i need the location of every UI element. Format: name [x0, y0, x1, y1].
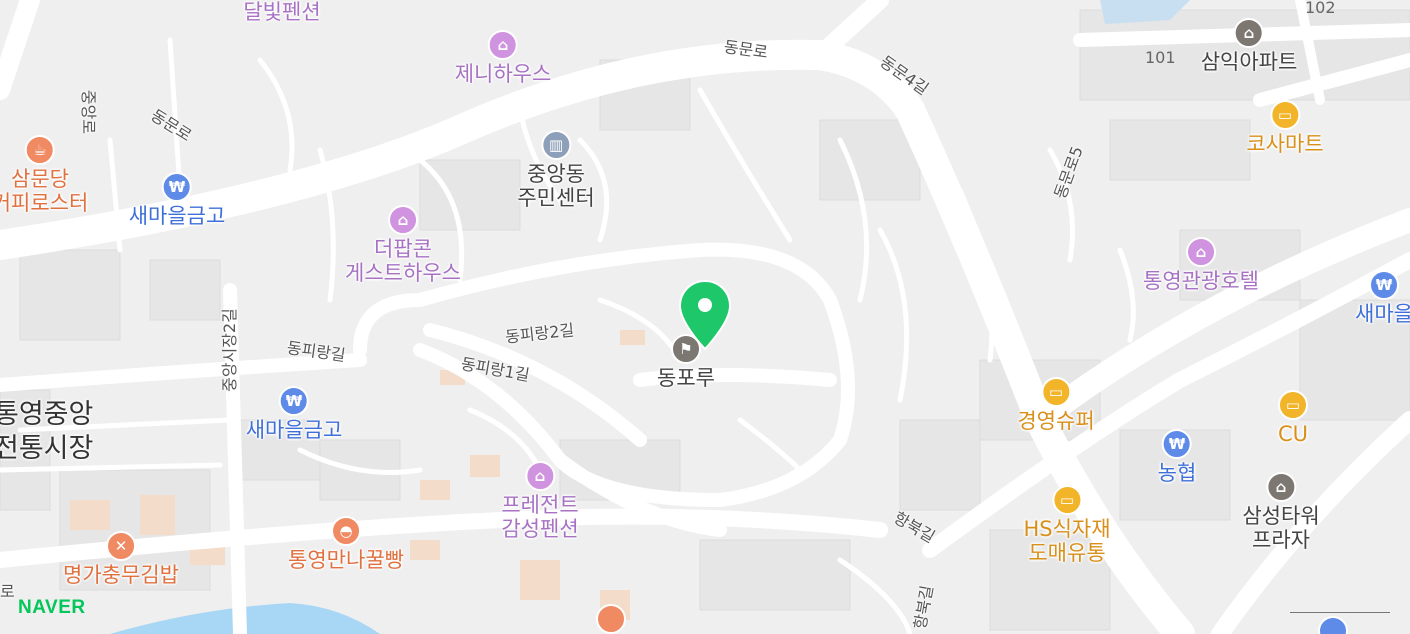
naver-logo: NAVER [18, 597, 86, 618]
road-label: 중앙시장2길 [219, 308, 239, 392]
poi[interactable]: ▭ 경영슈퍼 [1017, 377, 1095, 433]
poi[interactable]: ⌂ 삼익아파트 [1200, 18, 1298, 74]
area-label: 통영중앙 전통시장 [0, 399, 94, 464]
poi-label: 경영슈퍼 [1017, 409, 1095, 433]
building-number: 102 [1305, 0, 1336, 17]
poi-label: 명가충무김밥 [63, 563, 179, 587]
poi-label: 중앙동 주민센터 [517, 162, 595, 210]
poi[interactable]: ☕ 삼문당 커피로스터 [0, 135, 88, 215]
poi-label: 통영만나꿀빵 [288, 548, 404, 572]
poi-label: 새마을금고 [245, 418, 343, 442]
poi[interactable]: ₩ 새마을금고 [128, 172, 226, 228]
road-label: 중앙로 [79, 89, 99, 135]
bank-won-icon: ₩ [161, 172, 192, 202]
poi[interactable]: ⌂ 삼성타워 프라자 [1242, 472, 1320, 552]
poi-label: 삼익아파트 [1200, 50, 1298, 74]
poi-label: 삼성타워 프라자 [1242, 504, 1320, 552]
shopping-basket-icon: ▭ [1052, 485, 1082, 515]
poi-label: 달빛펜션 [243, 0, 321, 24]
poi[interactable]: ⌂ 통영관광호텔 [1143, 237, 1259, 293]
road-label: 로 [0, 582, 15, 601]
poi[interactable]: ▥ 중앙동 주민센터 [517, 130, 595, 210]
poi[interactable]: ₩ 새마을금고 [245, 386, 343, 442]
poi[interactable]: ⌂ 프레전트 감성펜션 [501, 461, 579, 541]
location-pin-icon[interactable] [678, 279, 732, 351]
government-building-icon: ▥ [541, 130, 571, 160]
poi-label: 더팝콘 게스트하우스 [345, 237, 461, 285]
bed-icon: ⌂ [487, 30, 518, 60]
bed-icon: ⌂ [1185, 237, 1216, 267]
poi[interactable]: ▭ HS식자재 도매유통 [1023, 485, 1111, 565]
poi-label: 코사마트 [1246, 132, 1324, 156]
shopping-basket-icon: ▭ [1041, 377, 1071, 407]
bank-won-icon: ₩ [278, 386, 309, 416]
poi-label: HS식자재 도매유통 [1023, 517, 1111, 565]
poi-label: 프레전트 감성펜션 [501, 493, 579, 541]
poi-label: 제니하우스 [454, 62, 552, 86]
poi[interactable]: ⌂달빛펜션 [243, 0, 320, 24]
shopping-basket-icon: ▭ [1270, 100, 1300, 130]
poi[interactable]: ⌂ 제니하우스 [454, 30, 552, 86]
apartment-icon: ⌂ [1266, 472, 1296, 502]
shopping-basket-icon: ▭ [1277, 390, 1308, 420]
bank-won-icon: ₩ [1161, 429, 1192, 459]
poi-label: 동포루 [657, 366, 715, 390]
poi[interactable]: ⌂ 더팝콘 게스트하우스 [345, 205, 461, 285]
bed-icon: ⌂ [387, 205, 418, 235]
map-canvas[interactable]: 동문로 동문로 동문4길 중앙로 동문로5 동피랑2길 동피랑길 동피랑1길 중… [0, 0, 1410, 634]
poi-label: 새마을금고 [128, 204, 226, 228]
apartment-icon: ⌂ [1233, 18, 1264, 48]
poi[interactable]: ₩ 새마을 [1355, 270, 1410, 326]
poi[interactable]: ▭ 코사마트 [1246, 100, 1324, 156]
bread-icon: ◓ [330, 516, 361, 546]
coffee-cup-icon: ☕ [24, 135, 55, 165]
poi-label: 농협 [1157, 461, 1197, 485]
poi[interactable]: ◓ 통영만나꿀빵 [288, 516, 404, 572]
fork-knife-icon: ✕ [105, 531, 136, 561]
poi-label: 새마을 [1355, 302, 1410, 326]
poi[interactable]: ▭ CU [1278, 390, 1308, 446]
scale-bar [1290, 612, 1390, 613]
building-number: 101 [1145, 48, 1176, 67]
bank-won-icon: ₩ [1369, 270, 1399, 300]
poi-label: 통영관광호텔 [1143, 269, 1259, 293]
poi-label: 삼문당 커피로스터 [0, 167, 89, 215]
poi[interactable]: ✕ 명가충무김밥 [63, 531, 179, 587]
bed-icon: ⌂ [525, 461, 555, 491]
poi-label: CU [1277, 422, 1309, 446]
poi[interactable]: ₩ 농협 [1157, 429, 1197, 485]
fork-knife-icon[interactable] [596, 604, 626, 634]
